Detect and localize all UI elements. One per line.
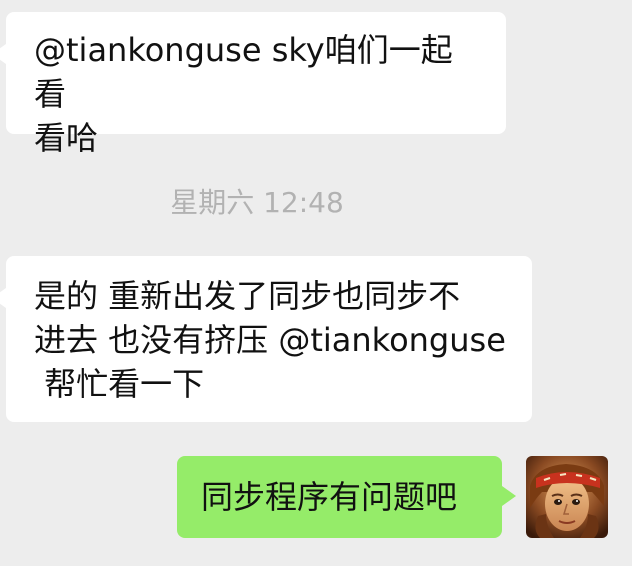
message-bubble-incoming[interactable]: 是的 重新出发了同步也同步不 进去 也没有挤压 @tiankonguse 帮忙看… [0,256,532,422]
message-text-line: 进去 也没有挤压 @tiankonguse [34,321,506,359]
avatar-icon[interactable] [526,456,608,538]
message-text-line: 帮忙看一下 [34,365,205,403]
message-text-line: @tiankonguse sky咱们一起看 [34,31,453,113]
timestamp: 星期六 12:48 [170,186,344,219]
message-bubble-incoming[interactable]: @tiankonguse sky咱们一起看 看哈 [0,12,506,157]
message-bubble-outgoing[interactable]: 同步程序有问题吧 [177,456,516,538]
message-text-line: 同步程序有问题吧 [201,478,458,516]
message-text-line: 看哈 [34,119,99,157]
message-text-line: 是的 重新出发了同步也同步不 [34,277,461,315]
